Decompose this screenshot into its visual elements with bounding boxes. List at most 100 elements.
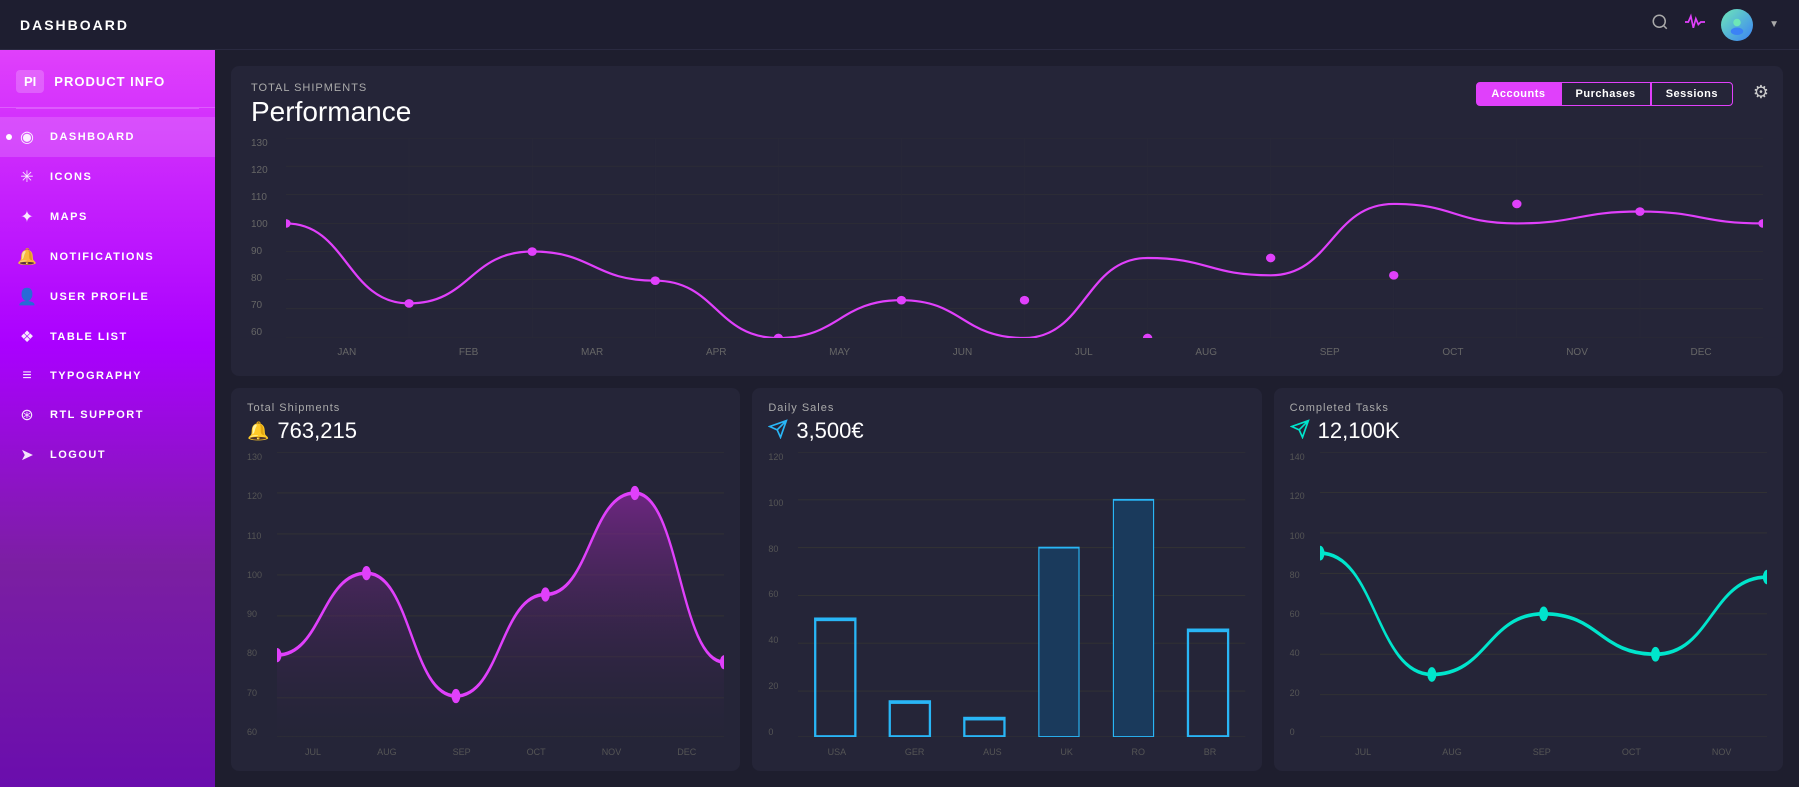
- sidebar-item-maps[interactable]: ✦ MAPS: [0, 197, 215, 237]
- x-label: MAY: [829, 347, 850, 358]
- x-label: AUG: [1195, 347, 1217, 358]
- table-list-icon: ❖: [16, 327, 38, 347]
- active-dot: [6, 134, 12, 140]
- main-content: Total Shipments Performance Accounts Pur…: [215, 50, 1799, 787]
- brand-badge: PI: [16, 70, 44, 93]
- card2-chart: [798, 452, 1245, 737]
- x-label: APR: [706, 347, 727, 358]
- card2-y-labels: 120 100 80 60 40 20 0: [768, 452, 796, 737]
- brand-name: PRODUCT INFO: [54, 74, 165, 89]
- nav-icons: ▼: [1651, 9, 1779, 41]
- rtl-support-label: RTL SUPPORT: [50, 409, 144, 421]
- dashboard-label: DASHBOARD: [50, 131, 135, 143]
- card2-subtitle: Daily Sales: [768, 402, 1245, 414]
- card1-x-labels: JUL AUG SEP OCT NOV DEC: [277, 747, 724, 757]
- maps-icon: ✦: [16, 207, 38, 227]
- card1-chart-area: 130 120 110 100 90 80 70 60: [247, 452, 724, 757]
- card2-value-row: 3,500€: [768, 418, 1245, 444]
- top-chart-x-labels: JAN FEB MAR APR MAY JUN JUL AUG SEP OCT …: [286, 347, 1763, 358]
- card-completed-tasks: Completed Tasks 12,100K 140 120 100: [1274, 388, 1783, 771]
- y-label: 60: [251, 327, 281, 338]
- card3-chart-area: 140 120 100 80 60 40 20 0: [1290, 452, 1767, 757]
- x-label: SEP: [1320, 347, 1340, 358]
- y-label: 130: [251, 138, 281, 149]
- card3-subtitle: Completed Tasks: [1290, 402, 1767, 414]
- settings-icon[interactable]: ⚙: [1753, 82, 1769, 103]
- sidebar-items: ◉ DASHBOARD ✳ ICONS ✦ MAPS 🔔 NOTIFICATIONS 👤 USER…: [0, 109, 215, 787]
- card3-icon: [1290, 419, 1310, 444]
- y-label: 100: [251, 219, 281, 230]
- top-navigation: DASHBOARD ▼: [0, 0, 1799, 50]
- typography-label: TYPOGRAPHY: [50, 370, 142, 382]
- sidebar-item-typography[interactable]: ≡ TYPOGRAPHY: [0, 357, 215, 395]
- x-label: FEB: [459, 347, 478, 358]
- x-label: JAN: [337, 347, 356, 358]
- icons-label: ICONS: [50, 171, 92, 183]
- card2-x-labels: USA GER AUS UK RO BR: [798, 747, 1245, 757]
- card2-value: 3,500€: [796, 418, 863, 444]
- tab-accounts[interactable]: Accounts: [1476, 82, 1560, 106]
- card3-chart: [1320, 452, 1767, 737]
- y-label: 90: [251, 246, 281, 257]
- card2-icon: [768, 419, 788, 444]
- tab-sessions[interactable]: Sessions: [1651, 82, 1733, 106]
- card2-chart-area: 120 100 80 60 40 20 0: [768, 452, 1245, 757]
- card1-subtitle: Total Shipments: [247, 402, 724, 414]
- x-label: JUL: [1075, 347, 1093, 358]
- card1-value: 763,215: [277, 418, 357, 444]
- card-total-shipments: Total Shipments 🔔 763,215 130 120 110 10…: [231, 388, 740, 771]
- y-label: 120: [251, 165, 281, 176]
- sidebar-brand: PI PRODUCT INFO: [0, 50, 215, 108]
- x-label: JUN: [953, 347, 972, 358]
- sidebar-item-user-profile[interactable]: 👤 USER PROFILE: [0, 277, 215, 317]
- card3-value: 12,100K: [1318, 418, 1400, 444]
- sidebar-item-table-list[interactable]: ❖ TABLE LIST: [0, 317, 215, 357]
- sidebar-item-logout[interactable]: ➤ LOGOUT: [0, 435, 215, 475]
- main-layout: PI PRODUCT INFO ◉ DASHBOARD ✳ ICONS ✦ MAPS 🔔 NO…: [0, 50, 1799, 787]
- logout-icon: ➤: [16, 445, 38, 465]
- search-icon[interactable]: [1651, 13, 1669, 36]
- icons-icon: ✳: [16, 167, 38, 187]
- card1-value-row: 🔔 763,215: [247, 418, 724, 444]
- app-title: DASHBOARD: [20, 17, 129, 33]
- x-label: DEC: [1691, 347, 1712, 358]
- top-chart-area: 130 120 110 100 90 80 70 60: [251, 138, 1763, 358]
- y-label: 80: [251, 273, 281, 284]
- sidebar-item-icons[interactable]: ✳ ICONS: [0, 157, 215, 197]
- dashboard-icon: ◉: [16, 127, 38, 147]
- user-profile-label: USER PROFILE: [50, 291, 149, 303]
- sidebar-item-dashboard[interactable]: ◉ DASHBOARD: [0, 117, 215, 157]
- bottom-section: Total Shipments 🔔 763,215 130 120 110 10…: [231, 388, 1783, 771]
- notifications-icon: 🔔: [16, 247, 38, 267]
- card3-y-labels: 140 120 100 80 60 40 20 0: [1290, 452, 1318, 737]
- top-line-chart: [286, 138, 1763, 338]
- avatar-dropdown-icon[interactable]: ▼: [1769, 19, 1779, 30]
- top-chart-section: Total Shipments Performance Accounts Pur…: [231, 66, 1783, 376]
- card1-y-labels: 130 120 110 100 90 80 70 60: [247, 452, 275, 737]
- table-list-label: TABLE LIST: [50, 331, 128, 343]
- card1-icon: 🔔: [247, 421, 269, 442]
- y-label: 110: [251, 192, 281, 203]
- typography-icon: ≡: [16, 367, 38, 385]
- tab-buttons: Accounts Purchases Sessions: [1476, 82, 1733, 106]
- user-avatar[interactable]: [1721, 9, 1753, 41]
- card-daily-sales: Daily Sales 3,500€ 120 100 80 60: [752, 388, 1261, 771]
- card3-value-row: 12,100K: [1290, 418, 1767, 444]
- maps-label: MAPS: [50, 211, 88, 223]
- card3-x-labels: JUL AUG SEP OCT NOV: [1320, 747, 1767, 757]
- x-label: OCT: [1442, 347, 1463, 358]
- logout-label: LOGOUT: [50, 449, 106, 461]
- notifications-label: NOTIFICATIONS: [50, 251, 154, 263]
- card1-chart: [277, 452, 724, 737]
- tab-purchases[interactable]: Purchases: [1561, 82, 1651, 106]
- x-label: NOV: [1566, 347, 1588, 358]
- sidebar: PI PRODUCT INFO ◉ DASHBOARD ✳ ICONS ✦ MAPS 🔔 NO…: [0, 50, 215, 787]
- user-profile-icon: 👤: [16, 287, 38, 307]
- sidebar-item-rtl-support[interactable]: ⊛ RTL SUPPORT: [0, 395, 215, 435]
- sidebar-item-notifications[interactable]: 🔔 NOTIFICATIONS: [0, 237, 215, 277]
- top-chart-y-labels: 130 120 110 100 90 80 70 60: [251, 138, 281, 338]
- pulse-icon[interactable]: [1685, 13, 1705, 36]
- rtl-support-icon: ⊛: [16, 405, 38, 425]
- y-label: 70: [251, 300, 281, 311]
- x-label: MAR: [581, 347, 603, 358]
